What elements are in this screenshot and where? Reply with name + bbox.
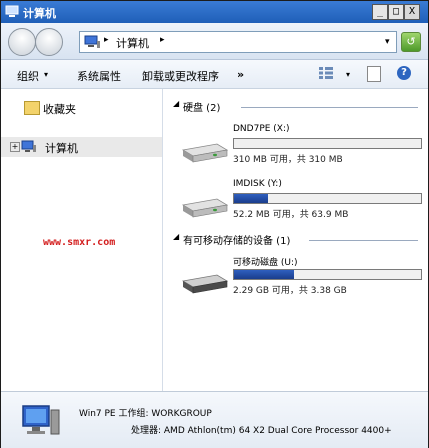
processor-info: 处理器: AMD Athlon(tm) 64 X2 Dual Core Proc… (131, 426, 392, 436)
minimize-button[interactable]: _ (372, 4, 388, 20)
drive-item[interactable]: DND7PE (X:) 310 MB 可用，共 310 MB (163, 124, 428, 172)
breadcrumb-computer[interactable]: 计算机 (116, 35, 149, 51)
title-bar[interactable]: 计算机 _ □ X (1, 1, 428, 23)
refresh-button[interactable]: ↺ (401, 32, 421, 52)
drive-usage-bar (233, 193, 422, 204)
group-label: 硬盘 (2) (183, 103, 221, 114)
nav-item-label: 计算机 (45, 142, 78, 155)
system-properties-button[interactable]: 系统属性 (77, 68, 121, 84)
content-area: ◢ 硬盘 (2) DND7PE (X:) 310 MB 可用，共 310 MB (163, 89, 428, 391)
back-button[interactable] (8, 28, 36, 56)
drive-name: DND7PE (X:) (233, 124, 290, 134)
computer-icon (84, 35, 100, 48)
maximize-button[interactable]: □ (388, 4, 404, 20)
window-title: 计算机 (23, 7, 56, 20)
explorer-window: 计算机 _ □ X ▸ 计算机 ▸ ▾ ↺ 组织 ▾ 系统属性 卸载或更改程序 … (0, 0, 429, 448)
breadcrumb-separator[interactable]: ▸ (104, 35, 109, 45)
forward-button[interactable] (35, 28, 63, 56)
drive-free-space: 52.2 MB 可用，共 63.9 MB (233, 210, 349, 220)
group-header-removable-devices[interactable]: ◢ 有可移动存储的设备 (1) (163, 232, 418, 247)
hard-drive-icon (181, 143, 229, 163)
collapse-arrow-icon[interactable]: ◢ (173, 232, 179, 241)
chevron-down-icon[interactable]: ▾ (44, 70, 48, 79)
close-button[interactable]: X (404, 4, 420, 20)
computer-icon (5, 5, 19, 17)
drive-usage-fill (234, 270, 294, 279)
computer-icon (22, 405, 60, 435)
drive-item[interactable]: 可移动磁盘 (U:) 2.29 GB 可用，共 3.38 GB (163, 255, 428, 303)
uninstall-program-button[interactable]: 卸载或更改程序 (142, 68, 219, 84)
drive-free-space: 2.29 GB 可用，共 3.38 GB (233, 286, 347, 296)
collapse-arrow-icon[interactable]: ◢ (173, 99, 179, 108)
computer-info: Win7 PE 工作组: WORKGROUP (79, 409, 212, 419)
details-pane: Win7 PE 工作组: WORKGROUP 处理器: AMD Athlon(t… (1, 391, 428, 448)
help-icon[interactable]: ? (397, 66, 411, 80)
drive-item[interactable]: IMDISK (Y:) 52.2 MB 可用，共 63.9 MB (163, 179, 428, 227)
divider (309, 240, 418, 241)
chevron-down-icon[interactable]: ▾ (346, 70, 350, 79)
watermark-text: www.smxr.com (43, 237, 116, 248)
view-options-icon[interactable] (319, 67, 333, 79)
drive-usage-fill (234, 194, 268, 203)
star-folder-icon (24, 101, 40, 115)
preview-pane-icon[interactable] (367, 66, 381, 82)
organize-menu[interactable]: 组织 (17, 68, 39, 84)
breadcrumb-separator[interactable]: ▸ (160, 35, 165, 45)
expand-icon[interactable]: + (10, 142, 20, 152)
drive-name: 可移动磁盘 (U:) (233, 258, 298, 268)
nav-item-computer[interactable]: + 计算机 (1, 137, 162, 157)
removable-disk-icon (181, 274, 229, 294)
group-header-hard-disks[interactable]: ◢ 硬盘 (2) (163, 99, 418, 114)
drive-usage-bar (233, 138, 422, 149)
address-dropdown-icon[interactable]: ▾ (385, 37, 390, 47)
divider (241, 107, 418, 108)
hard-drive-icon (181, 198, 229, 218)
more-commands-button[interactable]: » (237, 68, 244, 81)
navigation-bar: ▸ 计算机 ▸ ▾ ↺ (1, 23, 428, 60)
drive-free-space: 310 MB 可用，共 310 MB (233, 155, 343, 165)
nav-item-label: 收藏夹 (43, 103, 76, 116)
command-bar: 组织 ▾ 系统属性 卸载或更改程序 » ▾ ? (1, 60, 428, 89)
computer-icon (21, 140, 36, 152)
address-bar[interactable]: ▸ 计算机 ▸ ▾ (79, 31, 397, 53)
drive-name: IMDISK (Y:) (233, 179, 282, 189)
nav-item-favorites[interactable]: 收藏夹 (1, 99, 162, 117)
group-label: 有可移动存储的设备 (1) (183, 236, 291, 247)
drive-usage-bar (233, 269, 422, 280)
navigation-pane: 收藏夹 + 计算机 www.smxr.com (1, 89, 163, 391)
